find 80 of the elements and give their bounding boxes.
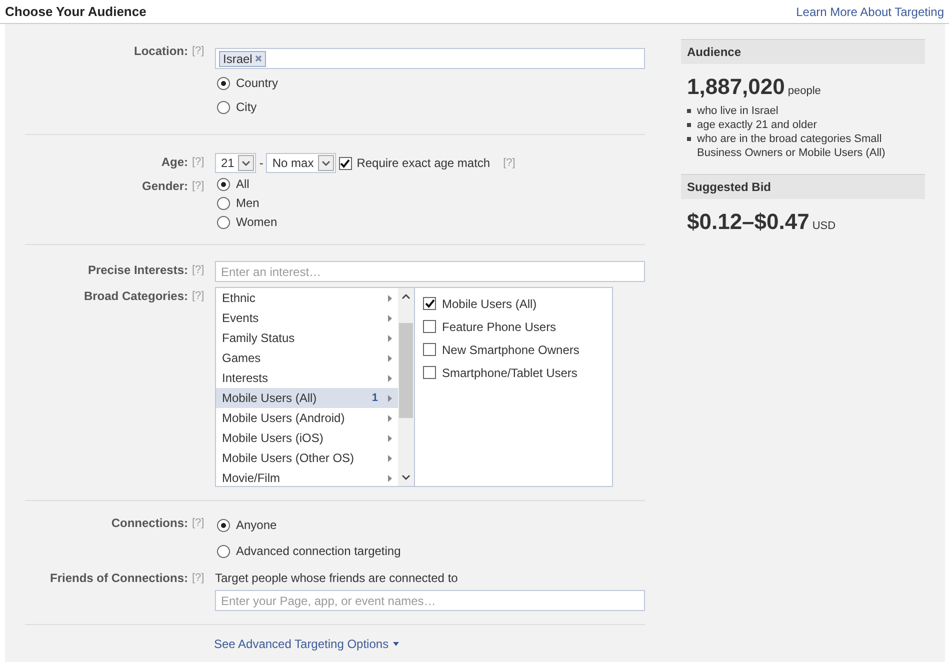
- chevron-right-icon: [388, 394, 392, 402]
- chevron-right-icon: [388, 354, 392, 362]
- field-label: Friends of Connections:: [49, 570, 188, 587]
- criteria-text: age exactly 21 and older: [697, 118, 817, 132]
- category-item[interactable]: Mobile Users (Other OS): [216, 448, 398, 468]
- field-label: Precise Interests:: [86, 262, 188, 279]
- option-label: Smartphone/Tablet Users: [442, 366, 578, 380]
- section-heading: Audience: [681, 39, 925, 64]
- option-label: Anyone: [236, 518, 277, 532]
- category-item[interactable]: Family Status: [216, 328, 398, 348]
- unit-label: people: [788, 85, 821, 97]
- checkbox-label: Require exact age match: [356, 156, 490, 170]
- radio-button[interactable]: [217, 518, 230, 532]
- chevron-right-icon: [388, 294, 392, 302]
- chevron-right-icon: [388, 454, 392, 462]
- option-label: Women: [236, 215, 278, 229]
- bullet-icon: [687, 137, 691, 141]
- field-label: Age:: [160, 154, 188, 171]
- option-label: All: [236, 177, 250, 191]
- chevron-right-icon: [388, 474, 392, 482]
- checkbox[interactable]: [423, 343, 436, 356]
- advanced-options-link[interactable]: See Advanced Targeting Options: [214, 637, 399, 651]
- option-label: Mobile Users (All): [442, 296, 537, 310]
- radio-button[interactable]: [217, 178, 230, 190]
- option-label: Men: [236, 196, 260, 210]
- checkbox[interactable]: [423, 297, 436, 310]
- criteria-text: who live in Israel: [697, 104, 778, 118]
- category-item[interactable]: Mobile Users (Android): [216, 408, 398, 428]
- chevron-right-icon: [388, 434, 392, 442]
- scroll-up-icon[interactable]: [402, 294, 410, 299]
- age-max-select[interactable]: No max: [266, 153, 336, 173]
- field-label: Gender:: [140, 178, 188, 195]
- radio-button[interactable]: [217, 544, 230, 558]
- section-heading: Suggested Bid: [681, 174, 925, 199]
- scroll-down-icon[interactable]: [402, 475, 410, 480]
- audience-count: 1,887,020: [687, 74, 785, 100]
- radio-button[interactable]: [217, 100, 230, 114]
- option-label: New Smartphone Owners: [442, 342, 580, 356]
- category-item[interactable]: Movie/Film: [216, 468, 398, 486]
- scrollbar[interactable]: [398, 287, 414, 487]
- age-min-select[interactable]: 21: [215, 153, 256, 173]
- option-label: Feature Phone Users: [442, 320, 556, 334]
- range-separator: -: [259, 156, 264, 170]
- radio-button[interactable]: [217, 216, 230, 228]
- option-label: City: [236, 100, 257, 114]
- interest-field[interactable]: Enter an interest…: [215, 261, 645, 282]
- option-label: Advanced connection targeting: [236, 544, 401, 558]
- remove-icon[interactable]: [255, 55, 262, 62]
- category-item[interactable]: Games: [216, 348, 398, 368]
- checkbox[interactable]: [423, 320, 436, 333]
- chevron-right-icon: [388, 374, 392, 382]
- category-item[interactable]: Mobile Users (iOS): [216, 428, 398, 448]
- bid-range: $0.12–$0.47: [687, 209, 810, 235]
- criteria-text: who are in the broad categories Small Business Owners or Mobile Users (All): [697, 132, 886, 160]
- location-field[interactable]: Israel: [215, 48, 645, 69]
- category-item[interactable]: Mobile Users (All) 1: [216, 388, 398, 408]
- category-item[interactable]: Interests: [216, 368, 398, 388]
- category-item[interactable]: Ethnic: [216, 288, 398, 308]
- chevron-right-icon: [388, 334, 392, 342]
- learn-more-link[interactable]: Learn More About Targeting: [796, 4, 944, 18]
- field-label: Connections:: [110, 515, 188, 532]
- token-label: Israel: [223, 52, 252, 66]
- bullet-icon: [687, 123, 691, 127]
- caret-icon: [392, 642, 399, 646]
- connections-field[interactable]: Enter your Page, app, or event names…: [215, 590, 645, 611]
- option-label: Country: [236, 76, 278, 90]
- bullet-icon: [687, 109, 691, 113]
- radio-button[interactable]: [217, 196, 230, 210]
- chevron-right-icon: [388, 314, 392, 322]
- scroll-thumb[interactable]: [399, 323, 413, 418]
- currency-label: USD: [812, 220, 836, 232]
- checkbox[interactable]: [423, 366, 436, 379]
- page-title: Choose Your Audience: [5, 4, 146, 19]
- description-text: Target people whose friends are connected to: [215, 570, 459, 587]
- checkbox[interactable]: [338, 156, 352, 170]
- chevron-right-icon: [388, 414, 392, 422]
- field-label: Broad Categories:: [82, 288, 188, 305]
- radio-button[interactable]: [217, 76, 230, 90]
- category-item[interactable]: Events: [216, 308, 398, 328]
- field-label: Location:: [133, 43, 188, 60]
